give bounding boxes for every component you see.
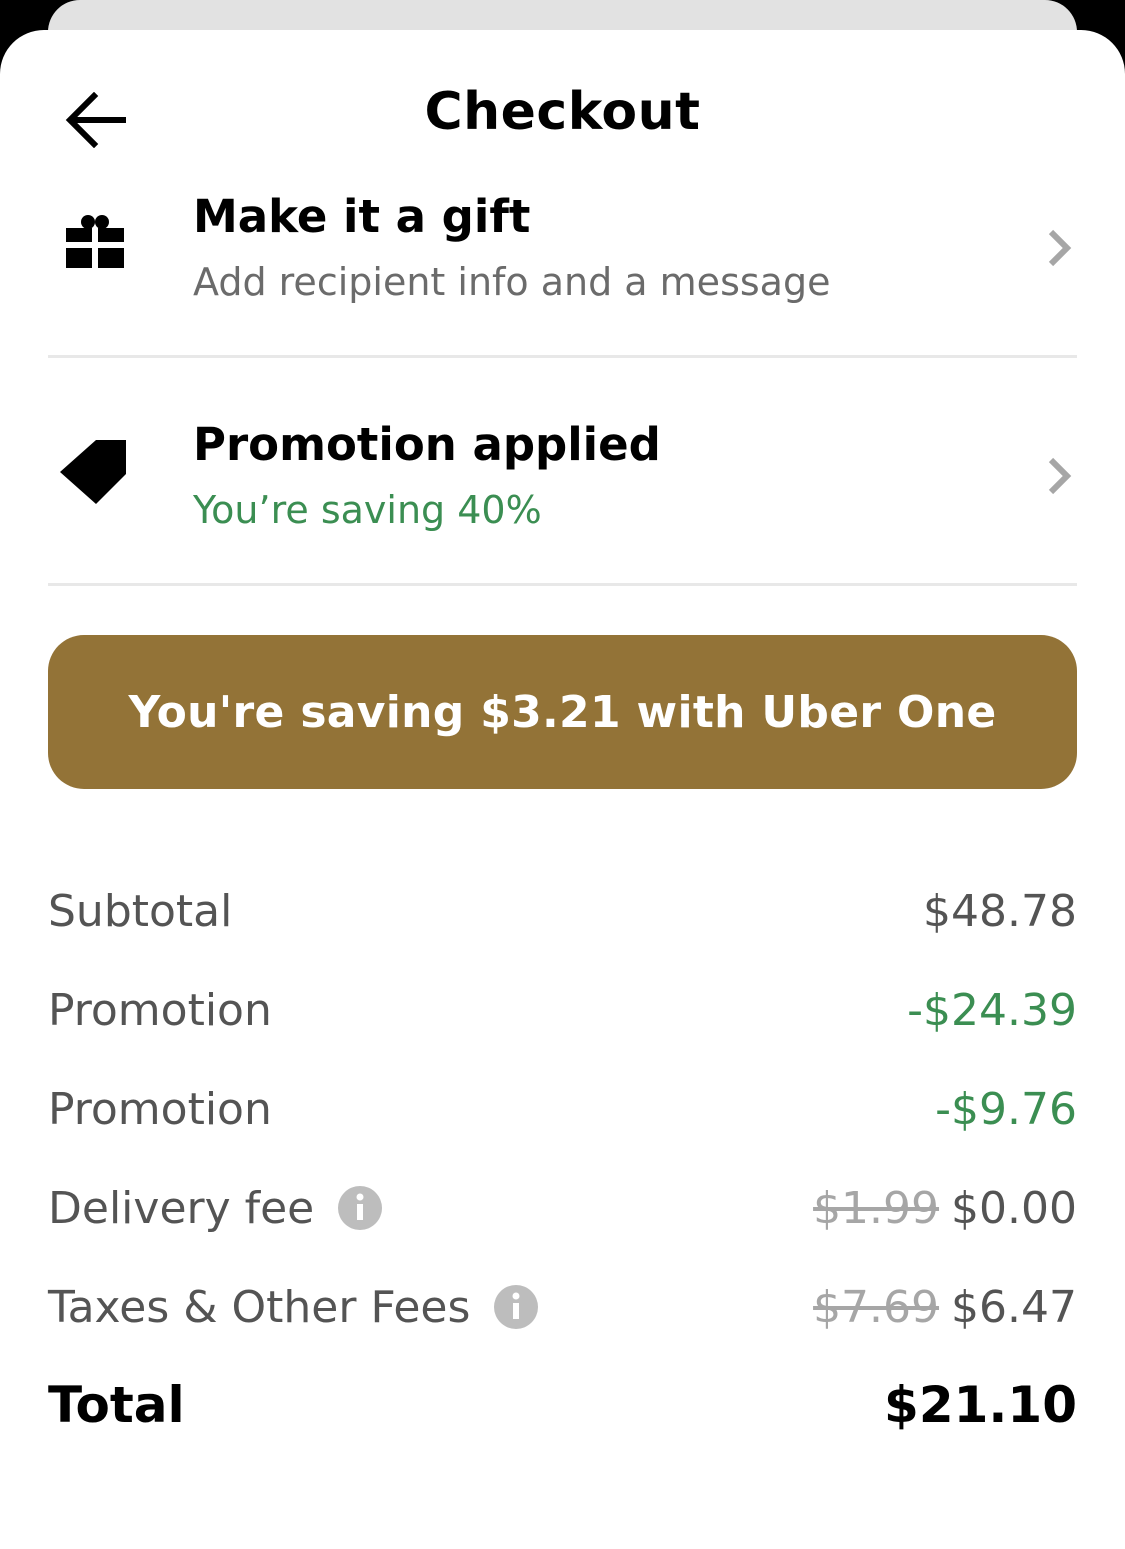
uber-one-savings-label: You're saving $3.21 with Uber One [128,686,997,738]
total-value: $21.10 [884,1376,1077,1434]
taxes-fees-label: Taxes & Other Fees [48,1281,471,1333]
gift-icon [66,215,124,268]
info-icon[interactable] [338,1186,383,1230]
promotion-line: Promotion -$9.76 [48,1074,1077,1144]
promotion-applied-row[interactable]: Promotion applied You’re saving 40% [48,410,1077,586]
promotion-label: Promotion [48,984,272,1036]
taxes-fees-original: $7.69 [813,1281,940,1333]
total-label: Total [48,1376,185,1434]
taxes-fees-value: $6.47 [951,1281,1077,1333]
delivery-fee-label: Delivery fee [48,1182,315,1234]
divider [48,355,1077,358]
promotion-value: -$24.39 [907,984,1077,1036]
page-title: Checkout [424,82,701,142]
delivery-fee-line: Delivery fee $1.99 $0.00 [48,1173,1077,1243]
info-icon[interactable] [494,1285,539,1329]
promotion-title: Promotion applied [193,418,661,471]
subtotal-label: Subtotal [48,885,233,937]
delivery-fee-original: $1.99 [813,1182,940,1234]
chevron-right-icon [1048,229,1072,267]
gift-title: Make it a gift [193,190,531,243]
subtotal-value: $48.78 [923,885,1077,937]
divider [48,583,1077,586]
promotion-line: Promotion -$24.39 [48,975,1077,1045]
delivery-fee-value: $0.00 [951,1182,1077,1234]
chevron-right-icon [1048,457,1072,495]
uber-one-savings-banner[interactable]: You're saving $3.21 with Uber One [48,635,1077,789]
subtotal-line: Subtotal $48.78 [48,876,1077,946]
promotion-label: Promotion [48,1083,272,1135]
total-line: Total $21.10 [48,1370,1077,1440]
make-it-a-gift-row[interactable]: Make it a gift Add recipient info and a … [48,182,1077,358]
gift-subtitle: Add recipient info and a message [193,260,831,304]
tag-icon [60,440,126,504]
promotion-value: -$9.76 [935,1083,1077,1135]
taxes-fees-line: Taxes & Other Fees $7.69 $6.47 [48,1272,1077,1342]
promotion-subtitle: You’re saving 40% [193,488,542,532]
